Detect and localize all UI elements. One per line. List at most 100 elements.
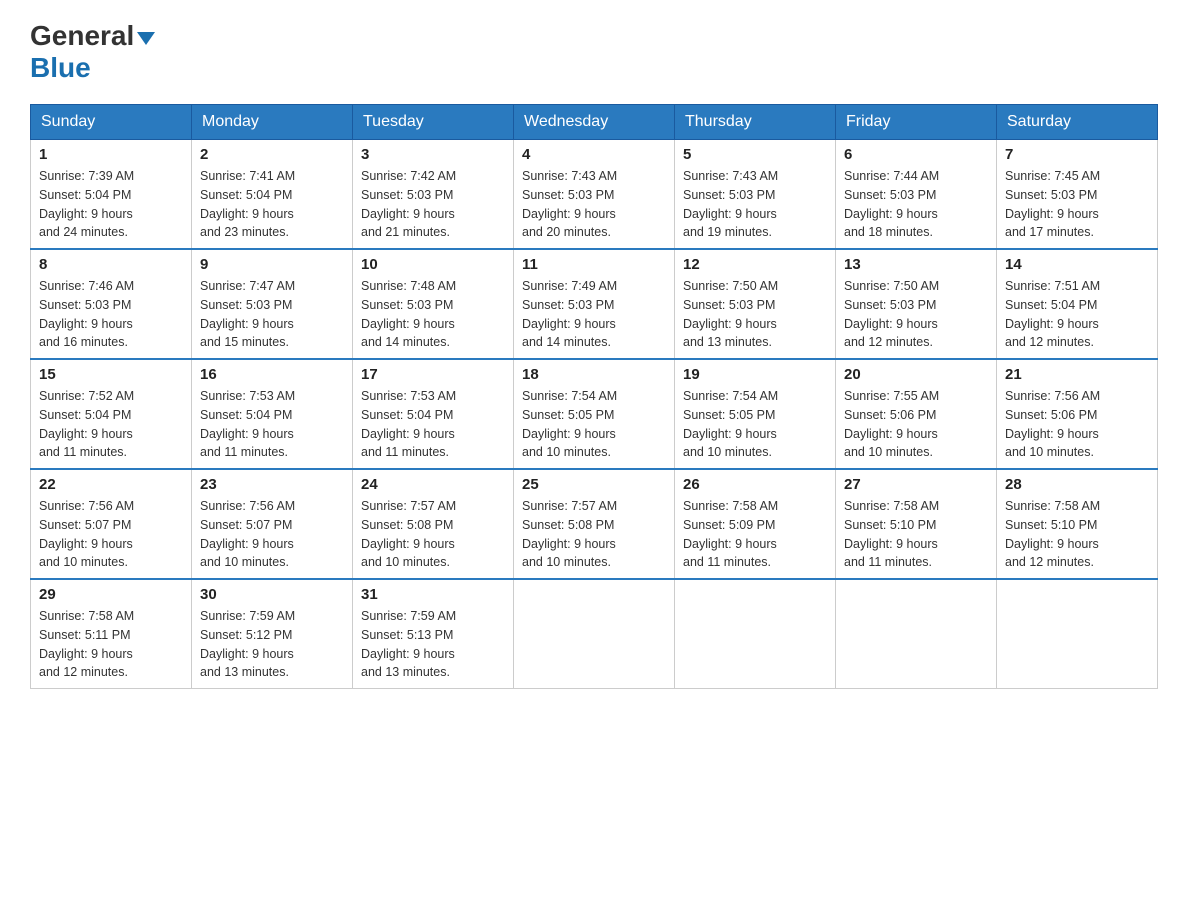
week-row-5: 29 Sunrise: 7:58 AMSunset: 5:11 PMDayligh… — [31, 579, 1158, 689]
day-info: Sunrise: 7:55 AMSunset: 5:06 PMDaylight:… — [844, 387, 988, 462]
day-number: 2 — [200, 146, 344, 163]
calendar-cell: 4Sunrise: 7:43 AMSunset: 5:03 PMDaylight… — [514, 140, 675, 250]
calendar-cell: 26 Sunrise: 7:58 AMSunset: 5:09 PMDayligh… — [675, 469, 836, 579]
day-number: 27 — [844, 476, 988, 493]
calendar-cell: 19Sunrise: 7:54 AMSunset: 5:05 PMDayligh… — [675, 359, 836, 469]
calendar-cell: 6 Sunrise: 7:44 AMSunset: 5:03 PMDaylight… — [836, 140, 997, 250]
day-number: 7 — [1005, 146, 1149, 163]
day-info: Sunrise: 7:58 AMSunset: 5:10 PMDaylight:… — [1005, 497, 1149, 572]
day-number: 28 — [1005, 476, 1149, 493]
day-info: Sunrise: 7:58 AMSunset: 5:10 PMDaylight:… — [844, 497, 988, 572]
week-row-1: 1 Sunrise: 7:39 AMSunset: 5:04 PMDaylight… — [31, 140, 1158, 250]
weekday-header-friday: Friday — [836, 105, 997, 140]
day-info: Sunrise: 7:57 AMSunset: 5:08 PMDaylight:… — [522, 497, 666, 572]
calendar-cell: 15 Sunrise: 7:52 AMSunset: 5:04 PMDayligh… — [31, 359, 192, 469]
calendar-cell: 20 Sunrise: 7:55 AMSunset: 5:06 PMDayligh… — [836, 359, 997, 469]
calendar-cell: 16 Sunrise: 7:53 AMSunset: 5:04 PMDayligh… — [192, 359, 353, 469]
calendar-cell: 29 Sunrise: 7:58 AMSunset: 5:11 PMDayligh… — [31, 579, 192, 689]
day-info: Sunrise: 7:49 AMSunset: 5:03 PMDaylight:… — [522, 277, 666, 352]
calendar-cell: 10 Sunrise: 7:48 AMSunset: 5:03 PMDayligh… — [353, 249, 514, 359]
day-number: 17 — [361, 366, 505, 383]
day-info: Sunrise: 7:43 AMSunset: 5:03 PMDaylight:… — [683, 167, 827, 242]
calendar-cell: 14Sunrise: 7:51 AMSunset: 5:04 PMDayligh… — [997, 249, 1158, 359]
day-info: Sunrise: 7:41 AMSunset: 5:04 PMDaylight:… — [200, 167, 344, 242]
day-number: 21 — [1005, 366, 1149, 383]
day-info: Sunrise: 7:58 AMSunset: 5:09 PMDaylight:… — [683, 497, 827, 572]
calendar-cell — [514, 579, 675, 689]
day-info: Sunrise: 7:45 AMSunset: 5:03 PMDaylight:… — [1005, 167, 1149, 242]
day-info: Sunrise: 7:43 AMSunset: 5:03 PMDaylight:… — [522, 167, 666, 242]
day-number: 6 — [844, 146, 988, 163]
weekday-header-sunday: Sunday — [31, 105, 192, 140]
day-number: 11 — [522, 256, 666, 273]
calendar-cell: 7 Sunrise: 7:45 AMSunset: 5:03 PMDaylight… — [997, 140, 1158, 250]
logo-blue-text: Blue — [30, 52, 91, 83]
day-info: Sunrise: 7:47 AMSunset: 5:03 PMDaylight:… — [200, 277, 344, 352]
day-number: 8 — [39, 256, 183, 273]
calendar-cell: 5 Sunrise: 7:43 AMSunset: 5:03 PMDaylight… — [675, 140, 836, 250]
weekday-header-thursday: Thursday — [675, 105, 836, 140]
logo-general-text: General — [30, 20, 134, 52]
day-number: 18 — [522, 366, 666, 383]
calendar-cell: 27 Sunrise: 7:58 AMSunset: 5:10 PMDayligh… — [836, 469, 997, 579]
calendar-cell — [836, 579, 997, 689]
weekday-header-row: SundayMondayTuesdayWednesdayThursdayFrid… — [31, 105, 1158, 140]
day-number: 10 — [361, 256, 505, 273]
calendar-cell: 12Sunrise: 7:50 AMSunset: 5:03 PMDayligh… — [675, 249, 836, 359]
day-number: 29 — [39, 586, 183, 603]
day-number: 24 — [361, 476, 505, 493]
day-number: 3 — [361, 146, 505, 163]
week-row-2: 8 Sunrise: 7:46 AMSunset: 5:03 PMDaylight… — [31, 249, 1158, 359]
calendar-cell: 18 Sunrise: 7:54 AMSunset: 5:05 PMDayligh… — [514, 359, 675, 469]
day-info: Sunrise: 7:50 AMSunset: 5:03 PMDaylight:… — [683, 277, 827, 352]
week-row-4: 22Sunrise: 7:56 AMSunset: 5:07 PMDayligh… — [31, 469, 1158, 579]
calendar-cell: 11 Sunrise: 7:49 AMSunset: 5:03 PMDayligh… — [514, 249, 675, 359]
day-info: Sunrise: 7:51 AMSunset: 5:04 PMDaylight:… — [1005, 277, 1149, 352]
calendar-cell: 25 Sunrise: 7:57 AMSunset: 5:08 PMDayligh… — [514, 469, 675, 579]
day-number: 9 — [200, 256, 344, 273]
calendar-cell — [997, 579, 1158, 689]
day-info: Sunrise: 7:52 AMSunset: 5:04 PMDaylight:… — [39, 387, 183, 462]
day-number: 19 — [683, 366, 827, 383]
day-number: 31 — [361, 586, 505, 603]
calendar-cell: 23Sunrise: 7:56 AMSunset: 5:07 PMDayligh… — [192, 469, 353, 579]
day-number: 25 — [522, 476, 666, 493]
day-info: Sunrise: 7:59 AMSunset: 5:12 PMDaylight:… — [200, 607, 344, 682]
day-info: Sunrise: 7:44 AMSunset: 5:03 PMDaylight:… — [844, 167, 988, 242]
day-number: 5 — [683, 146, 827, 163]
day-info: Sunrise: 7:56 AMSunset: 5:06 PMDaylight:… — [1005, 387, 1149, 462]
day-number: 20 — [844, 366, 988, 383]
day-info: Sunrise: 7:58 AMSunset: 5:11 PMDaylight:… — [39, 607, 183, 682]
day-number: 23 — [200, 476, 344, 493]
weekday-header-monday: Monday — [192, 105, 353, 140]
calendar-cell: 30 Sunrise: 7:59 AMSunset: 5:12 PMDayligh… — [192, 579, 353, 689]
weekday-header-wednesday: Wednesday — [514, 105, 675, 140]
calendar-table: SundayMondayTuesdayWednesdayThursdayFrid… — [30, 104, 1158, 689]
day-info: Sunrise: 7:53 AMSunset: 5:04 PMDaylight:… — [361, 387, 505, 462]
calendar-cell: 9 Sunrise: 7:47 AMSunset: 5:03 PMDaylight… — [192, 249, 353, 359]
calendar-cell: 24 Sunrise: 7:57 AMSunset: 5:08 PMDayligh… — [353, 469, 514, 579]
day-number: 13 — [844, 256, 988, 273]
day-info: Sunrise: 7:46 AMSunset: 5:03 PMDaylight:… — [39, 277, 183, 352]
logo-triangle-icon — [137, 32, 155, 45]
calendar-cell: 13 Sunrise: 7:50 AMSunset: 5:03 PMDayligh… — [836, 249, 997, 359]
week-row-3: 15 Sunrise: 7:52 AMSunset: 5:04 PMDayligh… — [31, 359, 1158, 469]
day-number: 30 — [200, 586, 344, 603]
day-info: Sunrise: 7:39 AMSunset: 5:04 PMDaylight:… — [39, 167, 183, 242]
day-number: 22 — [39, 476, 183, 493]
day-info: Sunrise: 7:50 AMSunset: 5:03 PMDaylight:… — [844, 277, 988, 352]
page-header: General Blue — [30, 20, 1158, 84]
day-number: 16 — [200, 366, 344, 383]
day-info: Sunrise: 7:48 AMSunset: 5:03 PMDaylight:… — [361, 277, 505, 352]
day-info: Sunrise: 7:57 AMSunset: 5:08 PMDaylight:… — [361, 497, 505, 572]
day-info: Sunrise: 7:54 AMSunset: 5:05 PMDaylight:… — [522, 387, 666, 462]
day-info: Sunrise: 7:53 AMSunset: 5:04 PMDaylight:… — [200, 387, 344, 462]
calendar-cell: 21 Sunrise: 7:56 AMSunset: 5:06 PMDayligh… — [997, 359, 1158, 469]
calendar-cell: 8 Sunrise: 7:46 AMSunset: 5:03 PMDaylight… — [31, 249, 192, 359]
day-number: 26 — [683, 476, 827, 493]
calendar-cell: 3Sunrise: 7:42 AMSunset: 5:03 PMDaylight… — [353, 140, 514, 250]
day-info: Sunrise: 7:59 AMSunset: 5:13 PMDaylight:… — [361, 607, 505, 682]
calendar-cell: 28 Sunrise: 7:58 AMSunset: 5:10 PMDayligh… — [997, 469, 1158, 579]
day-number: 1 — [39, 146, 183, 163]
day-number: 15 — [39, 366, 183, 383]
